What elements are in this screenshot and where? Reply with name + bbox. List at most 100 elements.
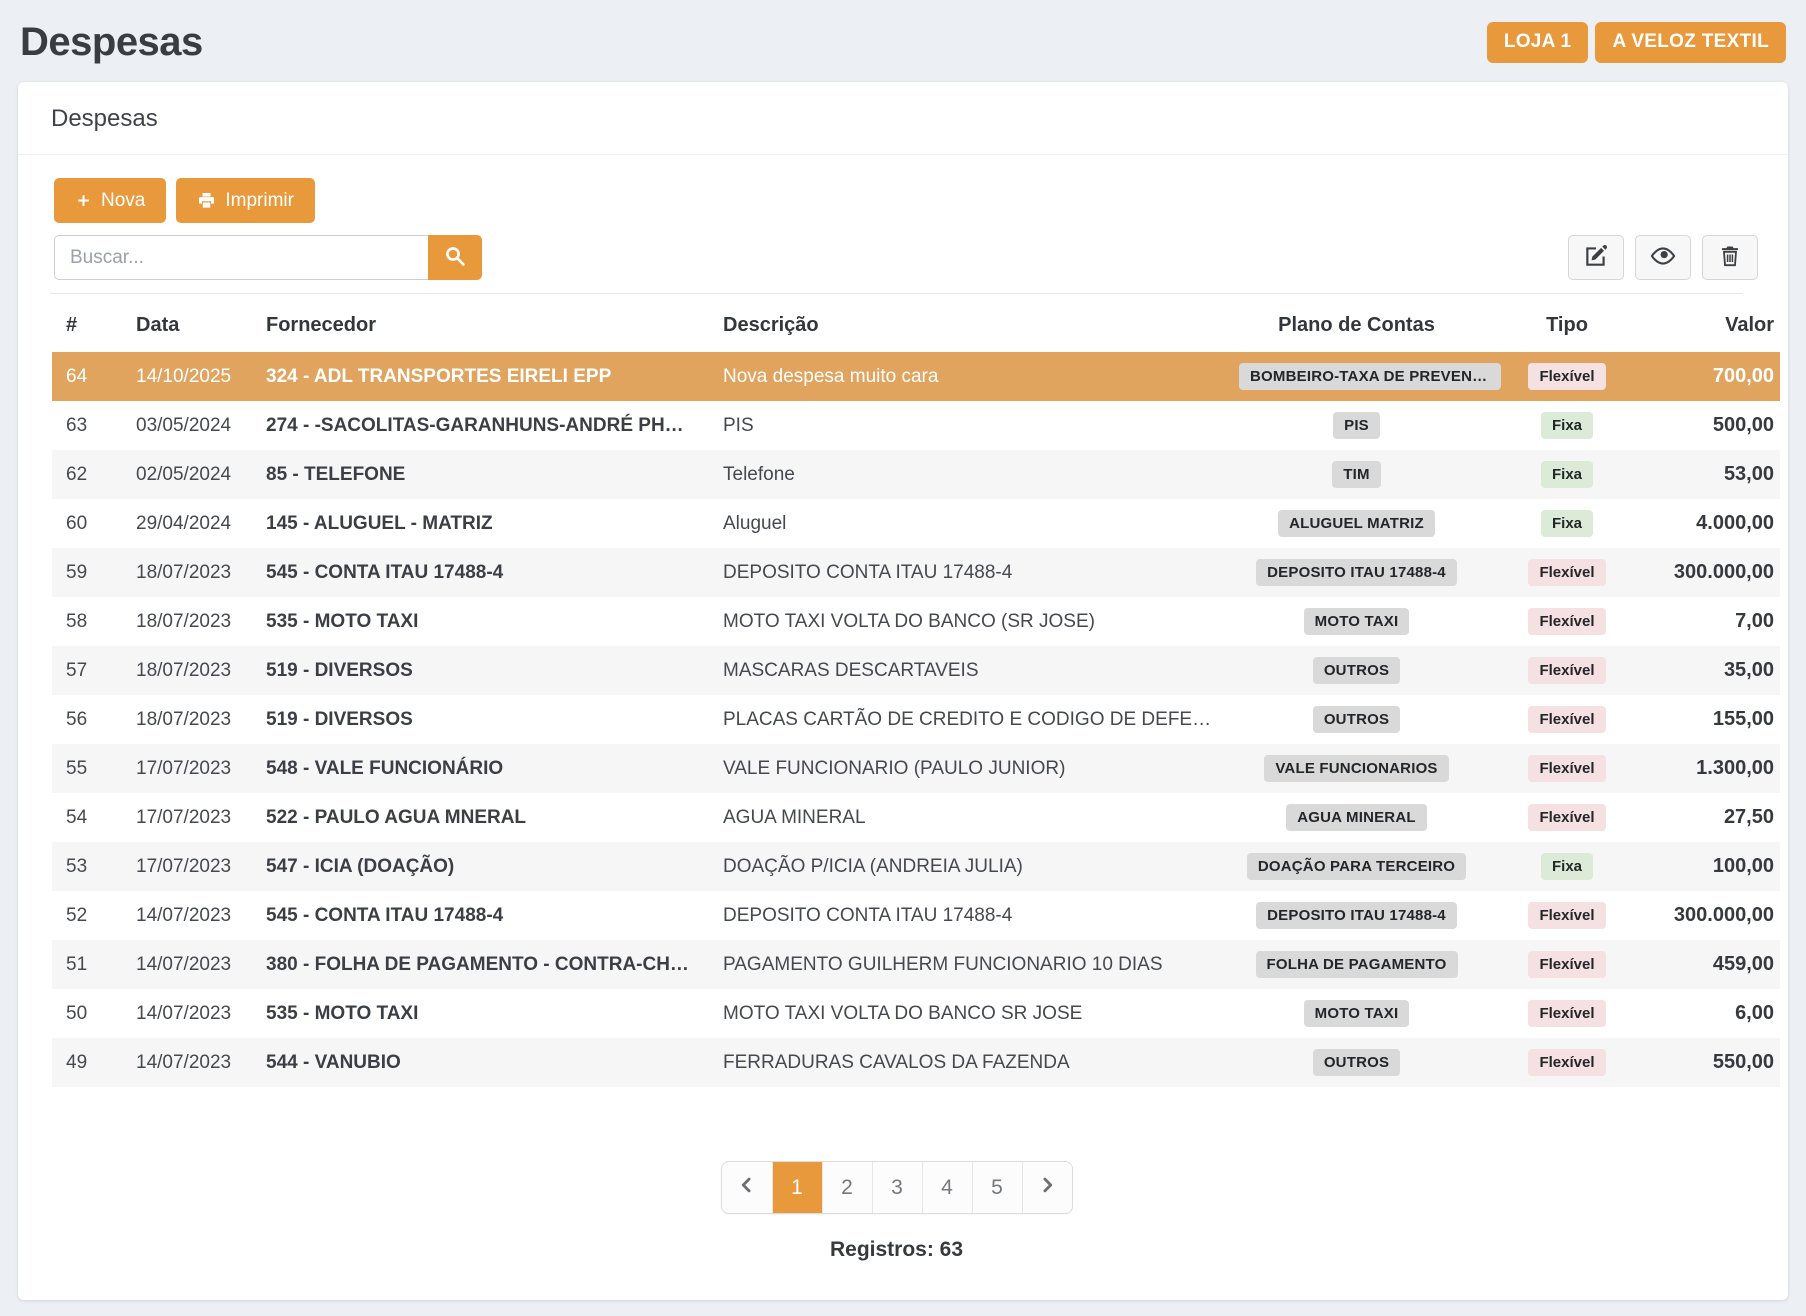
- cell-id: 58: [52, 597, 130, 646]
- expenses-table: # Data Fornecedor Descrição Plano de Con…: [52, 314, 1780, 1087]
- cell-description: DEPOSITO CONTA ITAU 17488-4: [717, 548, 1233, 597]
- table-row[interactable]: 50 14/07/2023 535 - MOTO TAXI MOTO TAXI …: [52, 989, 1780, 1038]
- store-button-company[interactable]: A VELOZ TEXTIL: [1595, 22, 1786, 63]
- type-badge: Flexível: [1528, 951, 1605, 978]
- account-plan-badge: OUTROS: [1313, 1049, 1400, 1076]
- account-plan-badge: BOMBEIRO-TAXA DE PREVEN...: [1239, 363, 1501, 390]
- edit-button[interactable]: [1568, 235, 1624, 280]
- cell-type: Flexível: [1480, 1038, 1654, 1087]
- account-plan-badge: AGUA MINERAL: [1286, 804, 1427, 831]
- pagination-wrap: 12345: [35, 1161, 1758, 1214]
- cell-type: Flexível: [1480, 940, 1654, 989]
- table-row[interactable]: 56 18/07/2023 519 - DIVERSOS PLACAS CART…: [52, 695, 1780, 744]
- cell-id: 52: [52, 891, 130, 940]
- cell-type: Fixa: [1480, 842, 1654, 891]
- delete-button[interactable]: [1702, 235, 1758, 280]
- type-badge: Flexível: [1528, 559, 1605, 586]
- table-row[interactable]: 49 14/07/2023 544 - VANUBIO FERRADURAS C…: [52, 1038, 1780, 1087]
- edit-icon: [1583, 243, 1609, 272]
- cell-account-plan: OUTROS: [1233, 695, 1480, 744]
- cell-type: Flexível: [1480, 597, 1654, 646]
- table-row[interactable]: 59 18/07/2023 545 - CONTA ITAU 17488-4 D…: [52, 548, 1780, 597]
- cell-id: 57: [52, 646, 130, 695]
- type-badge: Flexível: [1528, 1049, 1605, 1076]
- cell-date: 14/10/2025: [130, 352, 260, 401]
- cell-account-plan: FOLHA DE PAGAMENTO: [1233, 940, 1480, 989]
- cell-type: Fixa: [1480, 401, 1654, 450]
- type-badge: Flexível: [1528, 706, 1605, 733]
- table-row[interactable]: 54 17/07/2023 522 - PAULO AGUA MNERAL AG…: [52, 793, 1780, 842]
- column-header-description: Descrição: [717, 314, 1233, 352]
- account-plan-badge: OUTROS: [1313, 657, 1400, 684]
- new-expense-label: Nova: [101, 190, 145, 212]
- search-input[interactable]: [54, 235, 428, 280]
- account-plan-badge: MOTO TAXI: [1304, 608, 1410, 635]
- pagination-page-button[interactable]: 5: [972, 1162, 1022, 1213]
- cell-supplier: 274 - -SACOLITAS-GARANHUNS-ANDRÉ PH…: [260, 401, 717, 450]
- card-body: Nova Imprimir: [18, 155, 1788, 1262]
- cell-type: Flexível: [1480, 989, 1654, 1038]
- eye-icon: [1649, 242, 1677, 273]
- cell-id: 51: [52, 940, 130, 989]
- pagination-prev-button[interactable]: [722, 1162, 772, 1213]
- expenses-card: Despesas Nova Imprimir: [18, 82, 1788, 1300]
- pagination-page-button[interactable]: 1: [772, 1162, 822, 1213]
- cell-value: 27,50: [1654, 793, 1780, 842]
- printer-icon: [197, 191, 216, 210]
- account-plan-badge: VALE FUNCIONARIOS: [1264, 755, 1448, 782]
- column-header-account-plan: Plano de Contas: [1233, 314, 1480, 352]
- page-header: Despesas LOJA 1 A VELOZ TEXTIL: [0, 0, 1806, 82]
- column-header-type: Tipo: [1480, 314, 1654, 352]
- type-badge: Flexível: [1528, 363, 1605, 390]
- cell-type: Flexível: [1480, 548, 1654, 597]
- cell-type: Flexível: [1480, 352, 1654, 401]
- print-button[interactable]: Imprimir: [176, 178, 315, 223]
- table-row[interactable]: 62 02/05/2024 85 - TELEFONE Telefone TIM…: [52, 450, 1780, 499]
- table-row[interactable]: 52 14/07/2023 545 - CONTA ITAU 17488-4 D…: [52, 891, 1780, 940]
- table-row[interactable]: 57 18/07/2023 519 - DIVERSOS MASCARAS DE…: [52, 646, 1780, 695]
- table-row[interactable]: 64 14/10/2025 324 - ADL TRANSPORTES EIRE…: [52, 352, 1780, 401]
- cell-date: 18/07/2023: [130, 695, 260, 744]
- pagination-page-button[interactable]: 3: [872, 1162, 922, 1213]
- cell-account-plan: PIS: [1233, 401, 1480, 450]
- cell-account-plan: ALUGUEL MATRIZ: [1233, 499, 1480, 548]
- account-plan-badge: OUTROS: [1313, 706, 1400, 733]
- table-row[interactable]: 53 17/07/2023 547 - ICIA (DOAÇÃO) DOAÇÃO…: [52, 842, 1780, 891]
- type-badge: Fixa: [1541, 853, 1593, 880]
- store-button-loja[interactable]: LOJA 1: [1487, 22, 1589, 63]
- new-expense-button[interactable]: Nova: [54, 178, 166, 223]
- table-row[interactable]: 60 29/04/2024 145 - ALUGUEL - MATRIZ Alu…: [52, 499, 1780, 548]
- cell-supplier: 519 - DIVERSOS: [260, 646, 717, 695]
- store-buttons: LOJA 1 A VELOZ TEXTIL: [1487, 22, 1786, 63]
- cell-value: 35,00: [1654, 646, 1780, 695]
- pagination-page-button[interactable]: 2: [822, 1162, 872, 1213]
- account-plan-badge: FOLHA DE PAGAMENTO: [1256, 951, 1458, 978]
- cell-type: Flexível: [1480, 891, 1654, 940]
- cell-supplier: 519 - DIVERSOS: [260, 695, 717, 744]
- cell-account-plan: MOTO TAXI: [1233, 597, 1480, 646]
- cell-date: 14/07/2023: [130, 989, 260, 1038]
- search-group: [54, 235, 482, 280]
- cell-id: 63: [52, 401, 130, 450]
- pagination-next-button[interactable]: [1022, 1162, 1072, 1213]
- table-row[interactable]: 58 18/07/2023 535 - MOTO TAXI MOTO TAXI …: [52, 597, 1780, 646]
- cell-id: 64: [52, 352, 130, 401]
- cell-value: 300.000,00: [1654, 548, 1780, 597]
- pagination-page-button[interactable]: 4: [922, 1162, 972, 1213]
- cell-value: 4.000,00: [1654, 499, 1780, 548]
- row-action-buttons: [1568, 235, 1758, 280]
- cell-supplier: 544 - VANUBIO: [260, 1038, 717, 1087]
- cell-id: 62: [52, 450, 130, 499]
- search-button[interactable]: [428, 235, 482, 280]
- table-row[interactable]: 55 17/07/2023 548 - VALE FUNCIONÁRIO VAL…: [52, 744, 1780, 793]
- table-row[interactable]: 51 14/07/2023 380 - FOLHA DE PAGAMENTO -…: [52, 940, 1780, 989]
- cell-account-plan: OUTROS: [1233, 646, 1480, 695]
- cell-value: 550,00: [1654, 1038, 1780, 1087]
- table-row[interactable]: 63 03/05/2024 274 - -SACOLITAS-GARANHUNS…: [52, 401, 1780, 450]
- cell-supplier: 324 - ADL TRANSPORTES EIRELI EPP: [260, 352, 717, 401]
- records-count: Registros: 63: [35, 1238, 1758, 1262]
- view-button[interactable]: [1635, 235, 1691, 280]
- cell-date: 17/07/2023: [130, 793, 260, 842]
- cell-id: 49: [52, 1038, 130, 1087]
- cell-description: PIS: [717, 401, 1233, 450]
